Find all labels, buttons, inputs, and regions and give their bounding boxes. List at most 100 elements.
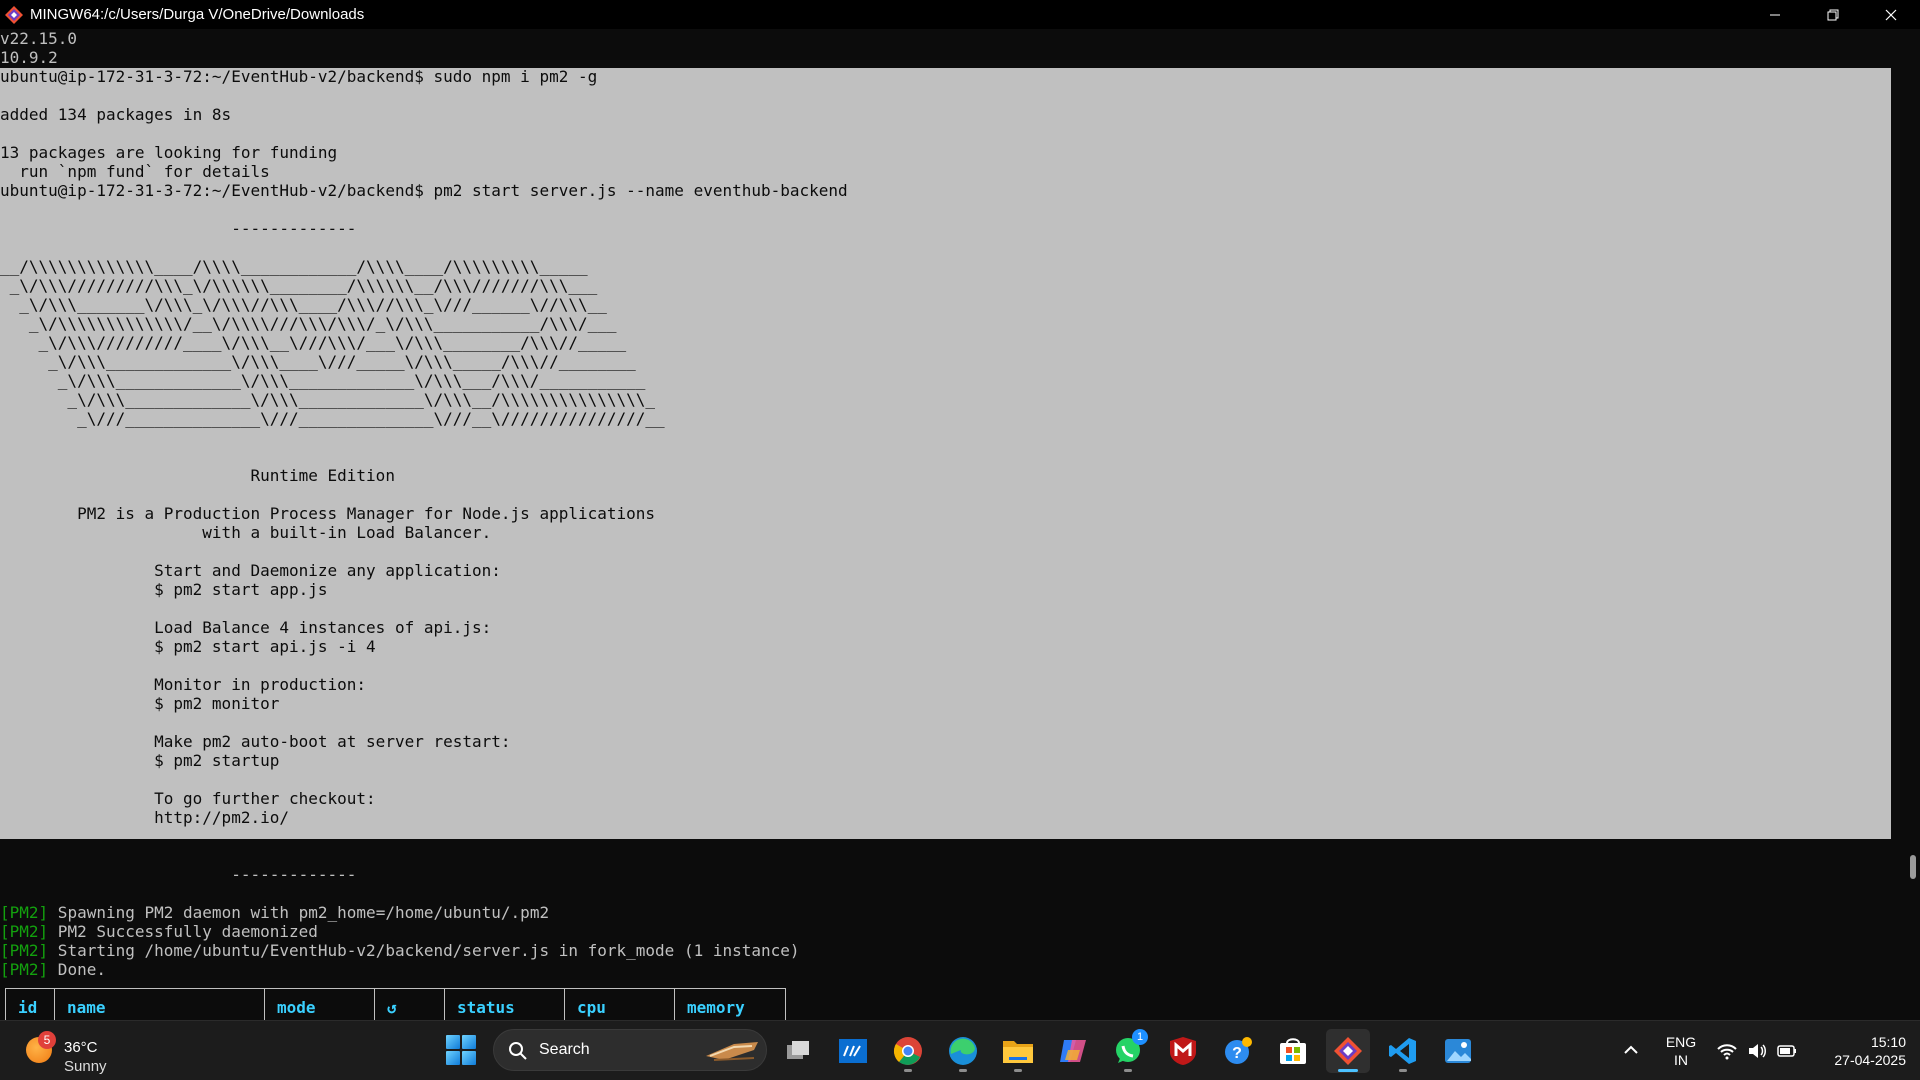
weather-condition: Sunny: [64, 1058, 107, 1075]
taskbar-app-chrome[interactable]: [886, 1029, 930, 1073]
minimize-icon: [1770, 14, 1780, 15]
terminal-line: $ pm2 startup: [0, 751, 280, 770]
pm2-log-prefix: [PM2]: [0, 903, 49, 922]
terminal-line: added 134 packages in 8s: [0, 105, 232, 124]
taskbar-clock[interactable]: 15:10 27-04-2025: [1806, 1033, 1906, 1069]
chevron-up-icon[interactable]: [1620, 1039, 1642, 1061]
terminal-lines: v22.15.0 10.9.2 ubuntu@ip-172-31-3-72:~/Ev…: [0, 29, 1900, 979]
terminal-scrollbar[interactable]: [1906, 29, 1920, 1020]
restore-button[interactable]: [1804, 0, 1862, 29]
battery-icon: [1777, 1045, 1796, 1057]
pm2-log-message: Done.: [48, 960, 106, 979]
clock-time: 15:10: [1870, 1034, 1906, 1050]
search-label: Search: [539, 1041, 590, 1058]
help-icon: ?: [1225, 1037, 1252, 1064]
terminal-line: PM2 is a Production Process Manager for …: [0, 504, 656, 523]
search-icon: [509, 1042, 527, 1060]
terminal-line: http://pm2.io/: [0, 808, 289, 827]
pm2-log-message: Spawning PM2 daemon with pm2_home=/home/…: [48, 903, 550, 922]
table-header-cpu: cpu: [565, 989, 675, 1020]
taskbar-app-microsoft-store[interactable]: [1271, 1029, 1315, 1073]
store-icon: [1280, 1038, 1306, 1064]
terminal-line: with a built-in Load Balancer.: [0, 523, 492, 542]
vscode-icon: [1389, 1038, 1416, 1064]
terminal-line: _\/\\\_____________\/\\\_____________\/\…: [0, 371, 646, 390]
terminal-line: Monitor in production:: [0, 675, 367, 694]
terminal-line: Start and Daemonize any application:: [0, 561, 501, 580]
weather-temp: 36°C: [64, 1039, 98, 1056]
restore-icon: [1827, 9, 1839, 20]
running-indicator: [1399, 1069, 1407, 1072]
task-view-button[interactable]: [776, 1029, 820, 1073]
start-icon-tile: [462, 1051, 476, 1065]
taskbar-app-edge[interactable]: [941, 1029, 985, 1073]
taskbar-app-copilot[interactable]: [1051, 1029, 1095, 1073]
running-indicator: [1124, 1069, 1132, 1072]
terminal-line: 13 packages are looking for funding: [0, 143, 338, 162]
chrome-icon: [893, 1037, 922, 1065]
terminal-line: _\/\\\_____________\/\\\_____________\/\…: [0, 390, 656, 409]
region-code: IN: [1674, 1052, 1688, 1068]
start-icon-tile: [462, 1035, 476, 1049]
pm2-log-prefix: [PM2]: [0, 922, 49, 941]
git-bash-icon: [5, 5, 23, 24]
terminal-line: _\/\\\/////////____\/\\\__\///\\\/___\/\…: [0, 333, 627, 352]
terminal-line: _\/\\\_______\/\\\_\/\\\//\\\____/\\\//\…: [0, 295, 607, 314]
taskbar-app-whatsapp[interactable]: 1: [1106, 1029, 1150, 1073]
taskbar-search[interactable]: Search: [493, 1029, 767, 1071]
scrollbar-thumb[interactable]: [1910, 855, 1916, 879]
pm2-process-table-header: id name mode ↺ status cpu memory: [5, 988, 786, 1020]
terminal-line: _\/\\\/////////\\\_\/\\\\\\________/\\\\…: [0, 276, 598, 295]
pm2-log-line: [PM2] Starting /home/ubuntu/EventHub-v2/…: [0, 941, 1900, 960]
system-tray-icons[interactable]: [1716, 1039, 1802, 1063]
myhp-icon: [839, 1039, 867, 1063]
language-indicator[interactable]: ENG IN: [1662, 1033, 1700, 1069]
table-header-mode: mode: [265, 989, 375, 1020]
pm2-log-message: Starting /home/ubuntu/EventHub-v2/backen…: [48, 941, 800, 960]
terminal-line: -------------: [0, 865, 357, 884]
table-header-id: id: [6, 989, 55, 1020]
terminal-line: v22.15.0: [0, 29, 78, 48]
pm2-log-message: PM2 Successfully daemonized: [48, 922, 318, 941]
start-icon-tile: [446, 1051, 460, 1065]
volume-icon: [1749, 1044, 1766, 1058]
running-indicator: [959, 1069, 967, 1072]
terminal-line: $ pm2 start api.js -i 4: [0, 637, 376, 656]
svg-text:?: ?: [1232, 1045, 1242, 1062]
git-bash-icon: [1334, 1037, 1362, 1065]
taskbar-app-mcafee[interactable]: [1161, 1029, 1205, 1073]
taskbar-app-myhp[interactable]: [831, 1029, 875, 1073]
taskbar-app-git-bash[interactable]: [1326, 1029, 1370, 1073]
taskbar-app-file-explorer[interactable]: [996, 1029, 1040, 1073]
search-highlight-icon: [706, 1042, 758, 1061]
task-view-icon: [787, 1041, 809, 1059]
terminal-line: $ pm2 start app.js: [0, 580, 328, 599]
table-header-name: name: [55, 989, 265, 1020]
minimize-button[interactable]: [1746, 0, 1804, 29]
terminal-output[interactable]: v22.15.0 10.9.2 ubuntu@ip-172-31-3-72:~/Ev…: [0, 29, 1906, 1020]
start-icon-tile: [446, 1035, 460, 1049]
terminal-line: Runtime Edition: [0, 466, 395, 485]
clock-date: 27-04-2025: [1834, 1052, 1906, 1068]
weather-widget[interactable]: 5 36°C Sunny: [26, 1029, 146, 1075]
pm2-log-prefix: [PM2]: [0, 960, 49, 979]
table-header-memory: memory: [687, 998, 745, 1017]
taskbar-app-get-help[interactable]: ?: [1216, 1029, 1260, 1073]
terminal-line: _\/\\\\\\\\\\\\\/__\/\\\\///\\\/\\\/_\/\…: [0, 314, 617, 333]
start-button[interactable]: [446, 1035, 476, 1065]
taskbar-app-photos[interactable]: [1436, 1029, 1480, 1073]
language-code: ENG: [1665, 1034, 1697, 1050]
pm2-log-line: [PM2] Spawning PM2 daemon with pm2_home=…: [0, 903, 1900, 922]
taskbar-app-vscode[interactable]: [1381, 1029, 1425, 1073]
close-button[interactable]: [1862, 0, 1920, 29]
